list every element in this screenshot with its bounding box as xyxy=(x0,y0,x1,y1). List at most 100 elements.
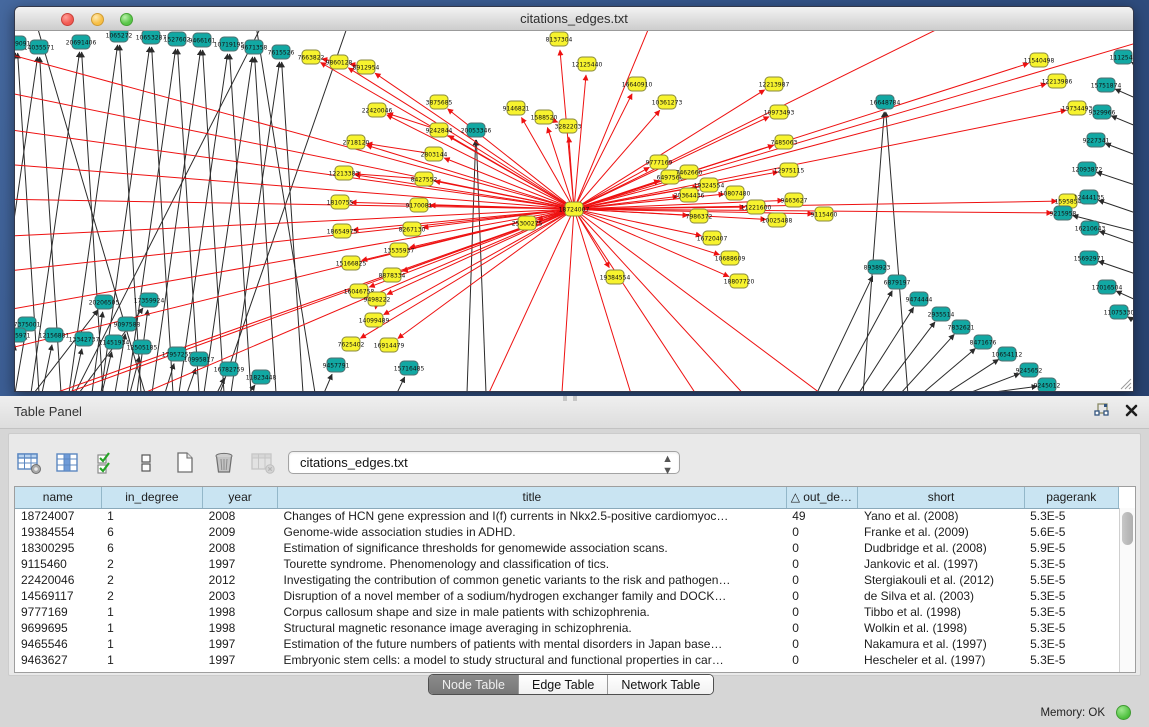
network-node[interactable]: 12975115 xyxy=(774,163,805,177)
tab-node-table[interactable]: Node Table xyxy=(429,675,519,694)
column-header-name[interactable]: name xyxy=(15,487,101,508)
column-header-short[interactable]: short xyxy=(858,487,1024,508)
delete-trash-icon[interactable] xyxy=(211,451,237,475)
network-node[interactable]: 10653287 xyxy=(136,31,167,44)
network-node[interactable]: 12213986 xyxy=(1042,74,1073,88)
scrollbar-thumb[interactable] xyxy=(1122,512,1133,545)
table-chooser-dropdown[interactable]: citations_edges.txt ▲▼ xyxy=(288,451,680,474)
network-node[interactable]: 8938923 xyxy=(864,260,891,274)
panel-mode-icon[interactable] xyxy=(133,451,159,475)
network-node[interactable]: 1527602 xyxy=(164,32,191,46)
network-node[interactable]: 16648784 xyxy=(870,95,901,109)
network-node[interactable]: 8471676 xyxy=(970,335,997,349)
network-node[interactable]: 9227341 xyxy=(1083,133,1110,147)
network-node[interactable]: 6879197 xyxy=(884,275,911,289)
split-pane-grabber-icon[interactable] xyxy=(563,396,577,401)
table-row[interactable]: 1830029562008Estimation of significance … xyxy=(15,540,1119,556)
network-node[interactable]: 2803144 xyxy=(421,147,448,161)
network-node[interactable]: 7615526 xyxy=(268,45,295,59)
table-row[interactable]: 911546021997Tourette syndrome. Phenomeno… xyxy=(15,556,1119,572)
svg-text:16640910: 16640910 xyxy=(622,82,653,89)
table-row[interactable]: 946554611997Estimation of the future num… xyxy=(15,636,1119,652)
network-node[interactable]: 12213987 xyxy=(759,77,790,91)
table-settings-icon[interactable] xyxy=(16,451,42,475)
network-view-window[interactable]: citations_edges.txt 18724007224200469242… xyxy=(14,6,1134,392)
table-row[interactable]: 1938455462009Genome-wide association stu… xyxy=(15,524,1119,540)
network-node[interactable]: 9457791 xyxy=(323,358,350,372)
network-node[interactable]: 7663822 xyxy=(298,50,325,64)
network-node[interactable]: 16640910 xyxy=(622,77,653,91)
network-node[interactable]: 16720407 xyxy=(697,231,728,245)
network-node[interactable]: 9777169 xyxy=(646,155,673,169)
table-row[interactable]: 1456911722003Disruption of a novel membe… xyxy=(15,588,1119,604)
network-node[interactable]: 16782759 xyxy=(214,362,245,376)
table-row[interactable]: 977716911998Corpus callosum shape and si… xyxy=(15,604,1119,620)
table-row[interactable]: 2242004622012Investigating the contribut… xyxy=(15,572,1119,588)
column-header-title[interactable]: title xyxy=(278,487,787,508)
column-header-pagerank[interactable]: pagerank xyxy=(1024,487,1118,508)
network-node[interactable]: 3875685 xyxy=(426,95,453,109)
network-node[interactable]: 9115460 xyxy=(811,207,838,221)
network-node[interactable]: 13342737 xyxy=(69,332,100,346)
network-node[interactable]: 19384554 xyxy=(600,270,631,284)
network-node[interactable]: 9474444 xyxy=(906,292,933,306)
network-node[interactable]: 7832621 xyxy=(948,320,975,334)
table-row[interactable]: 946362711997Embryonic stem cells: a mode… xyxy=(15,652,1119,668)
network-node[interactable]: 10654112 xyxy=(992,347,1023,361)
network-node[interactable]: 20691406 xyxy=(66,35,97,49)
network-node[interactable]: 12125440 xyxy=(572,57,603,71)
float-panel-icon[interactable] xyxy=(1093,402,1110,419)
network-node[interactable]: 15166825 xyxy=(336,256,367,270)
network-node[interactable]: 1065272 xyxy=(106,31,133,42)
network-node[interactable]: 9245652 xyxy=(1016,363,1043,377)
network-node[interactable]: 10025488 xyxy=(762,213,793,227)
table-row[interactable]: 969969511998Structural magnetic resonanc… xyxy=(15,620,1119,636)
network-node[interactable]: 14099489 xyxy=(359,313,390,327)
tab-network-table[interactable]: Network Table xyxy=(608,675,713,694)
column-header-year[interactable]: year xyxy=(203,487,278,508)
network-node[interactable]: 9860128 xyxy=(326,55,353,69)
network-node[interactable]: 8137304 xyxy=(546,32,573,46)
network-node[interactable]: 10807480 xyxy=(720,186,751,200)
network-node[interactable]: 9170081 xyxy=(406,198,433,212)
table-vertical-scrollbar[interactable] xyxy=(1119,508,1135,672)
column-header-in_degree[interactable]: in_degree xyxy=(101,487,203,508)
network-node[interactable]: 15692971 xyxy=(1074,251,1105,265)
network-node[interactable]: 10688609 xyxy=(715,251,746,265)
network-node[interactable]: 8267130 xyxy=(399,222,426,236)
network-node[interactable]: 9466161 xyxy=(189,33,216,47)
network-node[interactable]: 3282203 xyxy=(555,119,582,133)
show-columns-icon[interactable] xyxy=(55,451,81,475)
tab-edge-table[interactable]: Edge Table xyxy=(519,675,608,694)
new-document-icon[interactable] xyxy=(172,451,198,475)
network-node[interactable]: 16914479 xyxy=(374,338,405,352)
network-node[interactable]: 8912954 xyxy=(353,60,380,74)
svg-text:6879197: 6879197 xyxy=(884,280,911,287)
network-window-titlebar[interactable]: citations_edges.txt xyxy=(15,7,1133,31)
network-node[interactable]: 10361273 xyxy=(652,95,683,109)
network-node[interactable]: 7625402 xyxy=(338,337,365,351)
network-canvas[interactable]: 1872400722420046924284427181202803144122… xyxy=(15,31,1133,391)
select-all-icon[interactable] xyxy=(94,451,120,475)
network-node[interactable]: 1810755 xyxy=(327,195,354,209)
network-node[interactable]: 12093872 xyxy=(1072,162,1103,176)
network-node[interactable]: 9329966 xyxy=(1089,105,1116,119)
network-node[interactable]: 9671358 xyxy=(241,40,268,54)
network-node[interactable]: 7485063 xyxy=(771,135,798,149)
column-header-out_de[interactable]: △ out_de… xyxy=(786,487,858,508)
network-node[interactable]: 9245012 xyxy=(1034,378,1061,391)
network-node[interactable]: 17359924 xyxy=(134,293,165,307)
network-node[interactable]: 12505185 xyxy=(127,340,158,354)
delete-table-icon[interactable] xyxy=(250,451,276,475)
window-resize-grip[interactable] xyxy=(1121,379,1131,389)
network-node[interactable]: 1588520 xyxy=(531,110,558,124)
network-node[interactable]: 1112544 xyxy=(1110,50,1133,64)
svg-text:3915971: 3915971 xyxy=(15,333,31,340)
close-panel-icon[interactable] xyxy=(1124,403,1139,418)
network-node[interactable]: 9146821 xyxy=(503,101,530,115)
network-node[interactable]: 11540498 xyxy=(1024,53,1055,67)
svg-text:9463627: 9463627 xyxy=(781,198,808,205)
network-node[interactable]: 2935514 xyxy=(928,307,955,321)
network-node[interactable]: 15716485 xyxy=(394,361,425,375)
table-row[interactable]: 1872400712008Changes of HCN gene express… xyxy=(15,508,1119,524)
